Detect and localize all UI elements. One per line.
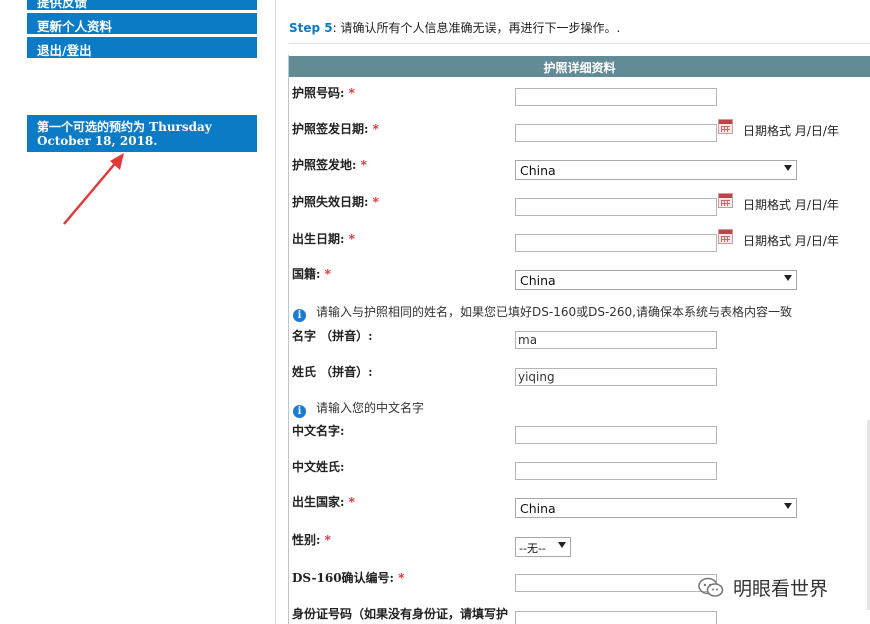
required-mark: * [360, 158, 367, 172]
sidebar-item-update-profile[interactable]: 更新个人资料 [27, 13, 257, 35]
required-mark: * [324, 267, 331, 281]
issue-place-label: 护照签发地: * [292, 158, 367, 172]
required-mark: * [372, 195, 379, 209]
ds160-label: DS-160确认编号: * [292, 571, 405, 585]
required-mark: * [348, 495, 355, 509]
id-number-label: 身份证号码（如果没有身份证，请填写护 [292, 607, 509, 621]
required-mark: * [324, 533, 331, 547]
required-mark: * [372, 122, 379, 136]
watermark-text: 明眼看世界 [733, 578, 829, 600]
watermark: 明眼看世界 [697, 574, 829, 600]
calendar-icon[interactable] [718, 229, 733, 244]
chevron-down-icon [784, 165, 792, 171]
passport-number-input[interactable] [515, 88, 717, 106]
required-mark: * [348, 86, 355, 100]
sidebar-divider [275, 0, 276, 624]
birth-date-input[interactable] [515, 234, 717, 252]
nationality-select[interactable]: China [515, 270, 797, 290]
sidebar-item-logout[interactable]: 退出/登出 [27, 37, 257, 59]
ds160-input[interactable] [515, 574, 717, 592]
info-icon: i [293, 405, 306, 418]
required-mark: * [348, 232, 355, 246]
chevron-down-icon [784, 503, 792, 509]
required-mark: * [398, 571, 405, 585]
sidebar-item-feedback[interactable]: 提供反馈 [27, 0, 257, 11]
expiry-date-input[interactable] [515, 198, 717, 216]
cn-given-name-label: 中文名字: [292, 424, 345, 438]
chevron-down-icon [784, 275, 792, 281]
step-number: Step 5 [289, 21, 333, 35]
date-format-hint: 日期格式 月/日/年 [743, 124, 839, 138]
id-number-input[interactable] [515, 611, 717, 624]
issue-date-label: 护照签发日期: * [292, 122, 379, 136]
birth-country-label: 出生国家: * [292, 495, 355, 509]
date-format-hint: 日期格式 月/日/年 [743, 198, 839, 212]
surname-label: 姓氏 （拼音）: [292, 365, 373, 379]
passport-number-label: 护照号码: * [292, 86, 355, 100]
chevron-down-icon [558, 542, 566, 548]
step-text: : 请确认所有个人信息准确无误，再进行下一步操作。. [332, 21, 621, 35]
gender-label: 性别: * [292, 533, 331, 547]
cn-surname-label: 中文姓氏: [292, 460, 345, 474]
birth-country-select[interactable]: China [515, 498, 797, 518]
date-format-hint: 日期格式 月/日/年 [743, 234, 839, 248]
annotation-arrow [63, 153, 124, 225]
gender-select[interactable]: --无-- [515, 537, 571, 557]
info-icon: i [293, 309, 306, 322]
given-name-label: 名字 （拼音）: [292, 329, 373, 343]
calendar-icon[interactable] [718, 193, 733, 208]
birth-date-label: 出生日期: * [292, 232, 355, 246]
cn-surname-input[interactable] [515, 462, 717, 480]
name-hint: i 请输入与护照相同的姓名，如果您已填好DS-160或DS-260,请确保本系统与… [293, 303, 792, 322]
section-header: 护照详细资料 [289, 56, 870, 77]
nationality-label: 国籍: * [292, 267, 331, 281]
step-instruction: Step 5: 请确认所有个人信息准确无误，再进行下一步操作。. [289, 19, 620, 36]
wechat-icon [697, 577, 725, 599]
divider [289, 43, 870, 44]
given-name-input[interactable]: ma [515, 331, 717, 349]
first-appointment-notice: 第一个可选的预约为 Thursday October 18, 2018. [27, 115, 257, 152]
issue-place-select[interactable]: China [515, 160, 797, 180]
expiry-date-label: 护照失效日期: * [292, 195, 379, 209]
calendar-icon[interactable] [718, 119, 733, 134]
chinese-name-hint: i 请输入您的中文名字 [293, 399, 424, 418]
cn-given-name-input[interactable] [515, 426, 717, 444]
issue-date-input[interactable] [515, 124, 717, 142]
surname-input[interactable]: yiqing [515, 368, 717, 386]
